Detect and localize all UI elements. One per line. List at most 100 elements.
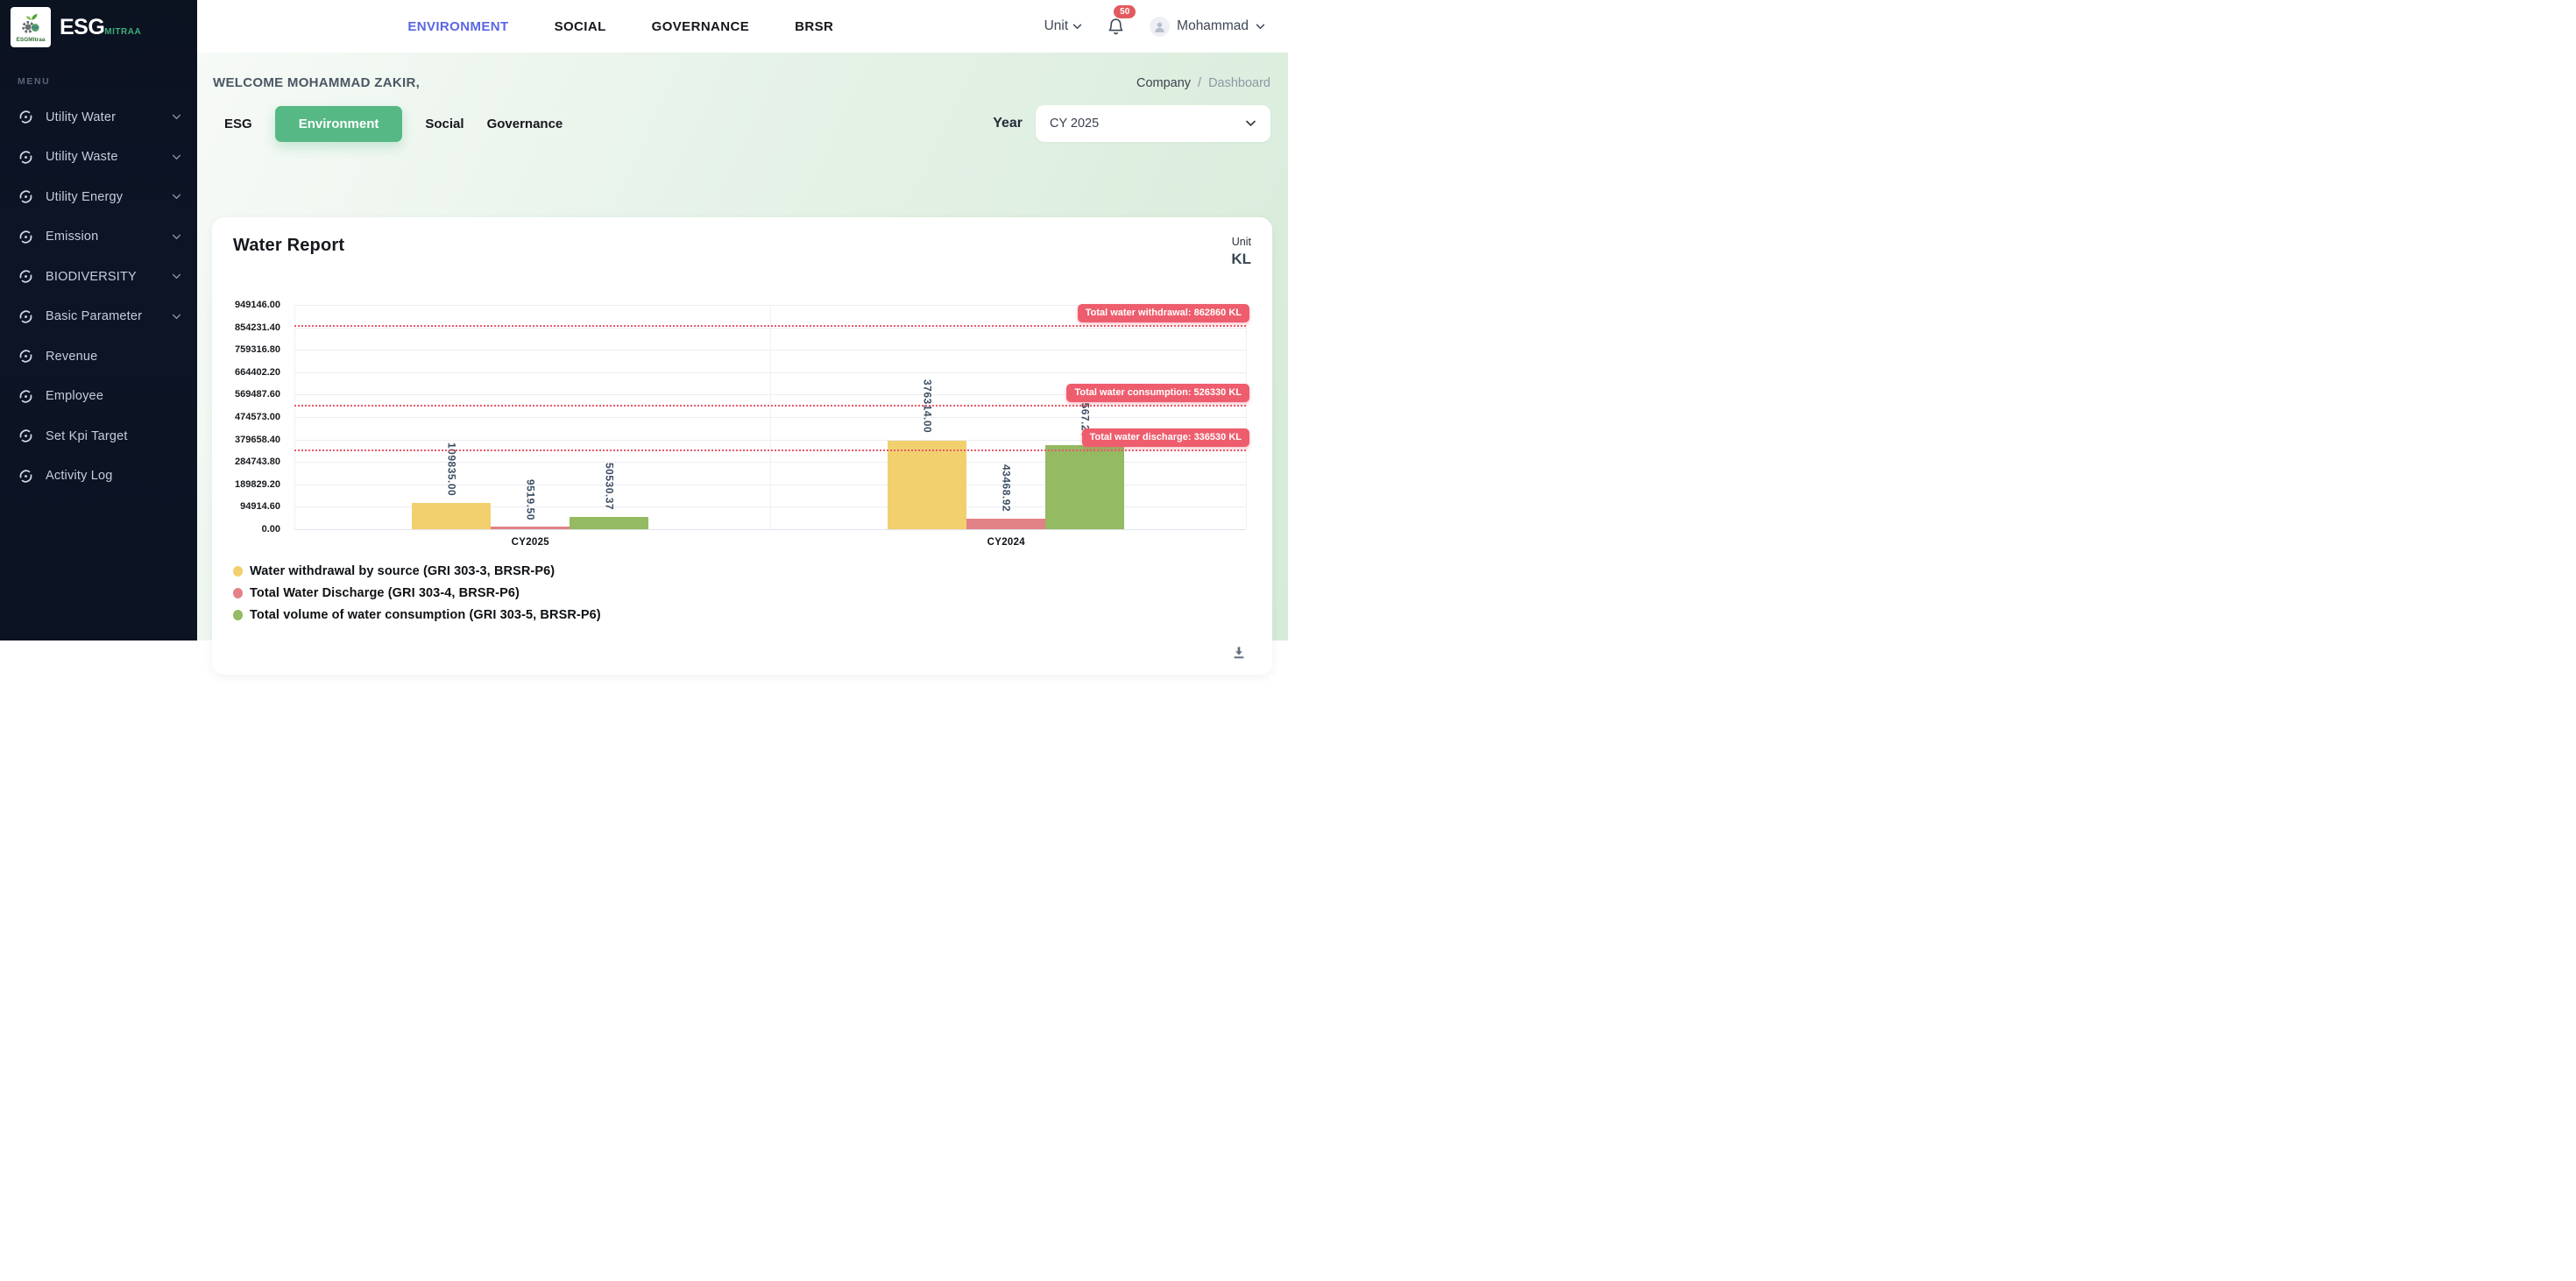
primary-nav: ENVIRONMENT SOCIAL GOVERNANCE BRSR xyxy=(197,19,1044,34)
vertical-gridline xyxy=(1246,305,1247,529)
top-header: ENVIRONMENTSOCIALGOVERNANCEBRSR Unit 50 … xyxy=(197,0,1288,53)
esg-hands-circle-icon xyxy=(18,268,34,285)
sidebar-item-label: Utility Water xyxy=(46,110,116,124)
year-label: Year xyxy=(993,116,1023,131)
y-tick-label: 949146.00 xyxy=(235,300,280,310)
annotation-label-total-water-consumption: Total water consumption: 526330 KL xyxy=(1066,384,1249,402)
main-content: WELCOME MOHAMMAD ZAKIR, Company / Dashbo… xyxy=(197,53,1288,640)
unit-dropdown[interactable]: Unit xyxy=(1044,18,1083,34)
card-header: Water Report Unit KL xyxy=(233,236,1251,268)
y-tick-label: 189829.20 xyxy=(235,479,280,490)
tab-row: ESG Environment SocialGovernance Year CY 2… xyxy=(213,105,1270,142)
annotation-line-total-water-consumption xyxy=(294,405,1246,407)
chart-legend: Water withdrawal by source (GRI 303-3, B… xyxy=(233,564,1251,622)
sidebar-item-label: Basic Parameter xyxy=(46,309,142,323)
esg-hands-circle-icon xyxy=(18,149,34,166)
sidebar-item-label: BIODIVERSITY xyxy=(46,270,137,284)
sidebar-item-utility-water[interactable]: Utility Water xyxy=(0,97,197,138)
sidebar-item-utility-energy[interactable]: Utility Energy xyxy=(0,177,197,217)
sidebar-item-set-kpi-target[interactable]: Set Kpi Target xyxy=(0,416,197,456)
logo-wordmark: ESGMitraa xyxy=(17,37,46,43)
bar-group-cy2024: 376314.0043468.92357567.26 xyxy=(888,305,1124,529)
bar-total-volume-of-water-consumption-cy2024[interactable] xyxy=(1045,445,1124,529)
y-tick-label: 759316.80 xyxy=(235,344,280,355)
tab-governance[interactable]: Governance xyxy=(476,117,575,131)
tab-social[interactable]: Social xyxy=(414,117,475,131)
vertical-gridline xyxy=(770,305,771,529)
y-tick-label: 569487.60 xyxy=(235,389,280,400)
y-tick-label: 854231.40 xyxy=(235,322,280,333)
brand-name: ESG xyxy=(60,15,104,40)
chevron-down-icon xyxy=(172,273,181,280)
sidebar-item-label: Emission xyxy=(46,230,98,244)
sidebar-item-basic-parameter[interactable]: Basic Parameter xyxy=(0,297,197,337)
nav-environment[interactable]: ENVIRONMENT xyxy=(407,19,508,34)
sidebar-item-label: Utility Energy xyxy=(46,190,123,204)
year-filter: Year CY 2025 xyxy=(993,105,1270,142)
chevron-down-icon xyxy=(172,114,181,120)
user-name: Mohammad xyxy=(1177,18,1249,34)
notifications-button[interactable]: 50 xyxy=(1107,17,1125,36)
chart-title: Water Report xyxy=(233,236,344,256)
nav-brsr[interactable]: BRSR xyxy=(795,19,833,34)
bar-group-cy2025: 109835.00 9519.50 50530.37 xyxy=(412,305,648,529)
chart-unit-value: KL xyxy=(1231,251,1251,268)
sidebar-item-employee[interactable]: Employee xyxy=(0,377,197,417)
bar-total-water-discharge-cy2025[interactable] xyxy=(491,527,570,529)
gridline xyxy=(294,529,1246,530)
sidebar-item-activity-log[interactable]: Activity Log xyxy=(0,456,197,497)
bar-slot: 9519.50 xyxy=(491,305,570,529)
gear-leaf-globe-icon xyxy=(19,12,43,36)
brand-logo[interactable]: ESGMitraa ESG MITRAA xyxy=(0,0,197,54)
legend-item-total-water-discharge: Total Water Discharge (GRI 303-4, BRSR-P… xyxy=(233,586,1251,600)
vertical-gridline xyxy=(294,305,295,529)
breadcrumb-dashboard: Dashboard xyxy=(1208,76,1270,90)
bar-water-withdrawal-by-source-cy2024[interactable] xyxy=(888,441,966,529)
chevron-down-icon xyxy=(172,194,181,200)
notification-badge: 50 xyxy=(1114,5,1136,18)
chevron-down-icon xyxy=(172,154,181,160)
avatar xyxy=(1150,17,1170,37)
tab-environment[interactable]: Environment xyxy=(275,106,403,142)
bar-total-water-discharge-cy2024[interactable] xyxy=(966,519,1045,529)
bar-slot: 109835.00 xyxy=(412,305,491,529)
brand-text: ESG MITRAA xyxy=(60,15,141,40)
esg-hands-circle-icon xyxy=(18,348,34,364)
legend-dot-icon xyxy=(233,610,243,620)
year-select[interactable]: CY 2025 xyxy=(1036,105,1270,142)
tab-esg[interactable]: ESG xyxy=(213,117,264,131)
legend-dot-icon xyxy=(233,588,243,598)
y-axis: 0.0094914.60189829.20284743.80379658.404… xyxy=(233,305,287,529)
bar-slot: 43468.92 xyxy=(966,305,1045,529)
sidebar-item-utility-waste[interactable]: Utility Waste xyxy=(0,138,197,178)
bar-slot: 357567.26 xyxy=(1045,305,1124,529)
breadcrumb-company[interactable]: Company xyxy=(1136,76,1191,90)
download-button[interactable] xyxy=(1228,642,1249,663)
sidebar-item-revenue[interactable]: Revenue xyxy=(0,336,197,377)
sidebar-item-label: Employee xyxy=(46,389,103,403)
sidebar-item-biodiversity[interactable]: BIODIVERSITY xyxy=(0,257,197,297)
y-tick-label: 284743.80 xyxy=(235,456,280,467)
bar-slot: 376314.00 xyxy=(888,305,966,529)
bar-water-withdrawal-by-source-cy2025[interactable] xyxy=(412,503,491,529)
bar-value-label: 50530.37 xyxy=(603,463,615,510)
x-tick-cy2025: CY2025 xyxy=(512,537,549,548)
esg-hands-circle-icon xyxy=(18,308,34,325)
esg-hands-circle-icon xyxy=(18,188,34,205)
annotation-line-total-water-discharge xyxy=(294,449,1246,451)
unit-dropdown-label: Unit xyxy=(1044,18,1069,34)
brand-suffix: MITRAA xyxy=(104,27,141,37)
x-tick-cy2024: CY2024 xyxy=(987,537,1025,548)
nav-social[interactable]: SOCIAL xyxy=(555,19,606,34)
y-tick-label: 379658.40 xyxy=(235,435,280,445)
topbar: WELCOME MOHAMMAD ZAKIR, Company / Dashbo… xyxy=(213,75,1270,90)
bar-value-label: 9519.50 xyxy=(524,479,536,520)
bar-total-volume-of-water-consumption-cy2025[interactable] xyxy=(570,517,648,529)
chevron-down-icon xyxy=(1245,120,1256,127)
user-menu[interactable]: Mohammad xyxy=(1150,17,1265,37)
welcome-message: WELCOME MOHAMMAD ZAKIR, xyxy=(213,75,420,90)
y-tick-label: 0.00 xyxy=(262,524,280,534)
person-icon xyxy=(1152,19,1167,34)
sidebar-item-emission[interactable]: Emission xyxy=(0,217,197,258)
nav-governance[interactable]: GOVERNANCE xyxy=(652,19,750,34)
